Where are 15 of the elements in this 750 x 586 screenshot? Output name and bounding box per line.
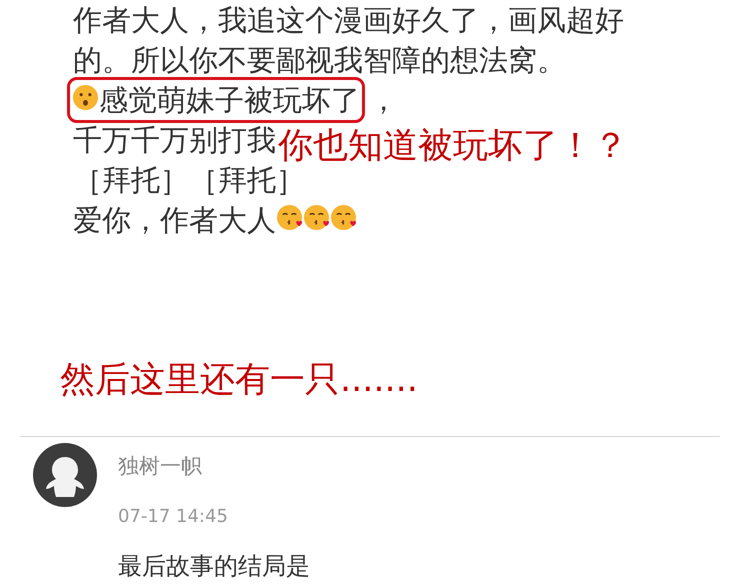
kiss-face-icon xyxy=(276,204,303,230)
comment-text: 感觉萌妹子被玩坏了 xyxy=(99,82,360,119)
comment-text: 千万千万别打我 xyxy=(73,122,276,159)
comment-text: 作者大人，我追这个漫画好久了，画风超好 xyxy=(73,2,624,39)
annotation-text: 然后这里还有一只....... xyxy=(59,359,419,402)
avatar[interactable] xyxy=(33,443,97,507)
comment-text: 最后故事的结局是 xyxy=(118,550,310,582)
user-name[interactable]: 独树一帜 xyxy=(118,451,310,482)
comment-text: 的。所以你不要鄙视我智障的想法窝。 xyxy=(73,42,566,79)
timestamp: 07-17 14:45 xyxy=(118,504,229,528)
kiss-face-icon xyxy=(303,204,330,230)
surprised-face-icon xyxy=(72,84,99,110)
comment-text: ， xyxy=(369,82,398,119)
kiss-face-icon xyxy=(330,204,357,230)
comment-text: 爱你，作者大人 xyxy=(73,202,276,239)
